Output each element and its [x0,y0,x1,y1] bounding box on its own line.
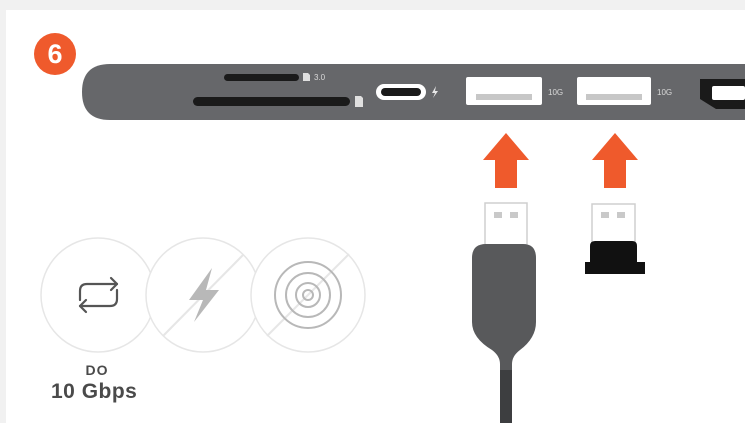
usb-a-1-speed-label: 10G [548,88,564,97]
caption-speed: 10 Gbps [51,380,138,403]
usb-a-port-2 [577,77,651,105]
step-number-badge: 6 [34,33,76,75]
sd-speed-label: 3.0 [314,73,326,82]
feature-circle-sync [40,237,156,353]
insert-arrow-2 [592,133,638,188]
usb-a-cable-plug [472,202,536,423]
sd-card-icon [355,96,363,107]
microsd-slot [224,74,299,81]
insert-arrow-1 [483,133,529,188]
usb-a-2-speed-label: 10G [657,88,673,97]
usb-a-port-1 [466,77,542,105]
microsd-icon [303,73,310,81]
illustration [40,64,745,423]
usb-flash-drive [585,203,645,274]
sd-slot [193,97,350,106]
caption-do: DO [85,362,109,378]
instruction-figure: 3.0 10G 10G 6 DO 10 Gbps [0,0,745,423]
